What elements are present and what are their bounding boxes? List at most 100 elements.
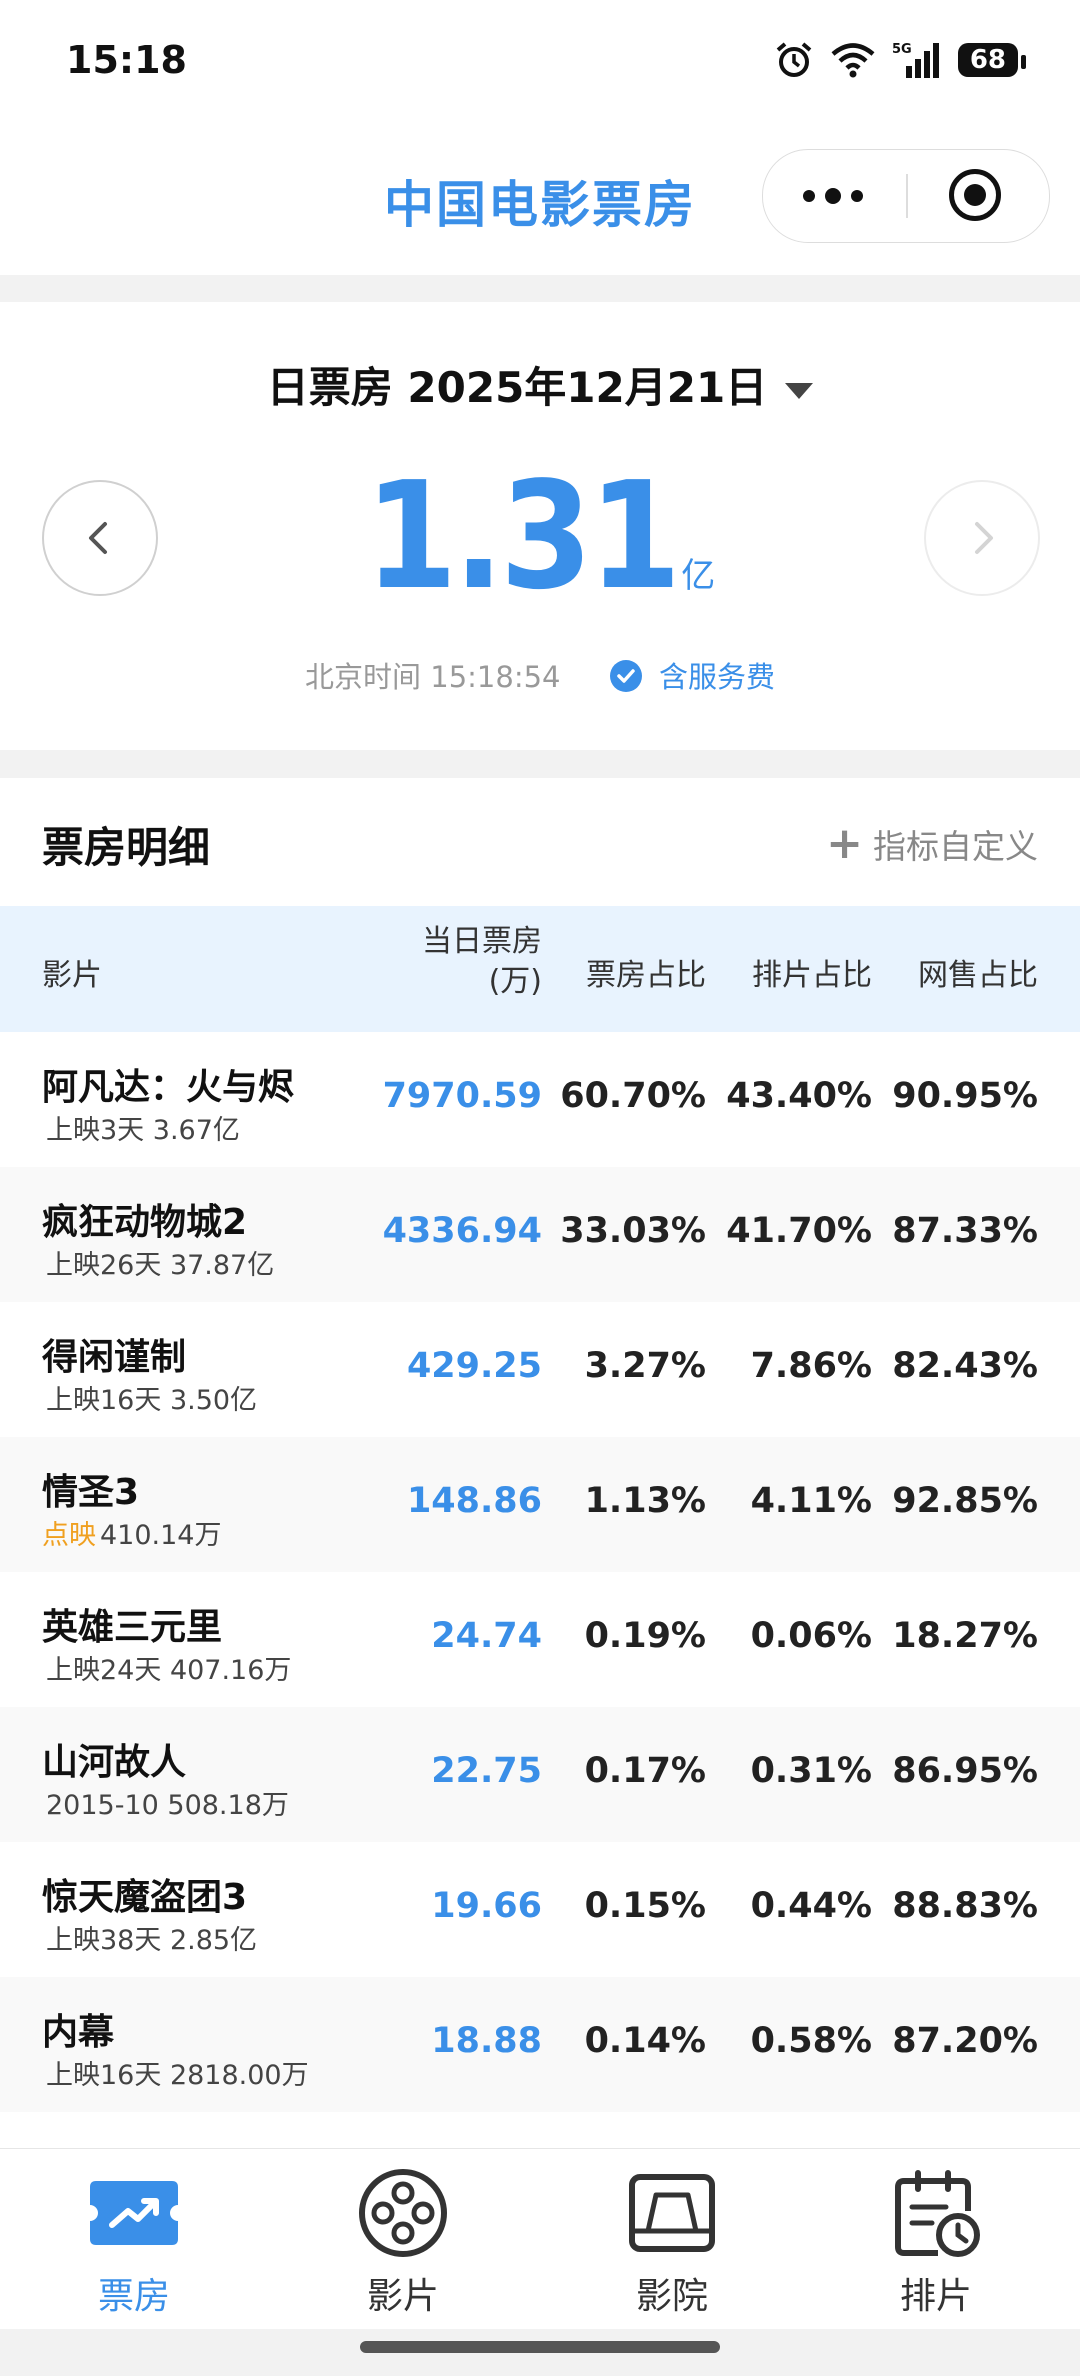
daily-box: 24.74 (431, 1616, 542, 1656)
film-tag: 点映 (42, 1520, 96, 1551)
daily-box: 22.75 (431, 1751, 542, 1791)
table-row[interactable]: 内幕 上映16天 2818.00万 18.88 0.14% 0.58% 87.2… (0, 1977, 1080, 2112)
caret-down-icon (785, 382, 814, 399)
customize-metrics-button[interactable]: + 指标自定义 (826, 820, 1038, 868)
tab-cinemas[interactable]: 影院 (572, 2167, 772, 2319)
film-sub-text: 上映16天 3.50亿 (46, 1385, 258, 1416)
film-sub: 点映 410.14万 (42, 1513, 221, 1552)
table-body: 阿凡达：火与烬 上映3天 3.67亿 7970.59 60.70% 43.40%… (0, 1032, 1080, 2112)
tab-label: 票房 (97, 2276, 170, 2317)
online-share: 88.83% (892, 1886, 1038, 1926)
table-row[interactable]: 英雄三元里 上映24天 407.16万 24.74 0.19% 0.06% 18… (0, 1572, 1080, 1707)
table-row[interactable]: 阿凡达：火与烬 上映3天 3.67亿 7970.59 60.70% 43.40%… (0, 1032, 1080, 1167)
film-sub: 2015-10 508.18万 (42, 1783, 289, 1822)
close-target-icon[interactable] (949, 169, 1001, 221)
battery-indicator: 68 (957, 43, 1027, 77)
box-share: 1.13% (584, 1481, 706, 1521)
box-share: 0.14% (584, 2021, 706, 2061)
daily-box: 7970.59 (382, 1076, 542, 1116)
film-sub: 上映3天 3.67亿 (42, 1108, 240, 1147)
film-sub-text: 上映24天 407.16万 (46, 1655, 292, 1686)
beijing-time: 北京时间 15:18:54 (305, 660, 561, 694)
tab-films[interactable]: 影片 (303, 2167, 503, 2319)
miniprogram-capsule (762, 149, 1050, 243)
film-sub-text: 上映16天 2818.00万 (46, 2060, 309, 2091)
tab-label: 影片 (366, 2276, 439, 2317)
cellular-5g-icon: 5G (892, 42, 939, 78)
screen-share: 43.40% (726, 1076, 872, 1116)
box-share: 33.03% (560, 1211, 706, 1251)
screen-share: 0.44% (750, 1886, 872, 1926)
online-share: 87.33% (892, 1211, 1038, 1251)
daily-box: 4336.94 (382, 1211, 542, 1251)
summary-card: 日票房 2025年12月21日 1.31 亿 北京时间 15:18:54 含服务费 (0, 302, 1080, 750)
table-row[interactable]: 得闲谨制 上映16天 3.50亿 429.25 3.27% 7.86% 82.4… (0, 1302, 1080, 1437)
online-share: 82.43% (892, 1346, 1038, 1386)
tab-schedule[interactable]: 排片 (836, 2167, 1036, 2319)
alarm-icon (776, 42, 812, 77)
film-name: 英雄三元里 (42, 1607, 223, 1648)
table-header: 影片 当日票房 (万) 票房占比 排片占比 网售占比 (0, 906, 1080, 1032)
film-sub-text: 2015-10 508.18万 (46, 1790, 289, 1821)
tab-label: 排片 (899, 2276, 972, 2317)
status-icons: 5G 68 (774, 40, 1027, 80)
home-indicator[interactable] (360, 2341, 720, 2353)
film-sub-text: 上映3天 3.67亿 (46, 1115, 240, 1146)
status-bar: 15:18 5G 68 (0, 0, 1080, 125)
cinema-screen-icon (626, 2167, 718, 2259)
date-selector[interactable]: 日票房 2025年12月21日 (0, 354, 1080, 415)
online-share: 18.27% (892, 1616, 1038, 1656)
screen-share: 41.70% (726, 1211, 872, 1251)
table-row[interactable]: 疯狂动物城2 上映26天 37.87亿 4336.94 33.03% 41.70… (0, 1167, 1080, 1302)
film-name: 疯狂动物城2 (42, 1202, 248, 1243)
film-name: 内幕 (42, 2012, 115, 2053)
film-name: 得闲谨制 (42, 1337, 187, 1378)
online-share: 90.95% (892, 1076, 1038, 1116)
table-row[interactable]: 惊天魔盗团3 上映38天 2.85亿 19.66 0.15% 0.44% 88.… (0, 1842, 1080, 1977)
daily-box: 148.86 (406, 1481, 542, 1521)
daily-box: 19.66 (431, 1886, 542, 1926)
box-share: 0.15% (584, 1886, 706, 1926)
column-header-box[interactable]: 当日票房 (万) (422, 922, 542, 1002)
column-header-film[interactable]: 影片 (42, 950, 102, 994)
screen-share: 0.31% (750, 1751, 872, 1791)
table-row[interactable]: 情圣3 点映 410.14万 148.86 1.13% 4.11% 92.85% (0, 1437, 1080, 1572)
screen-share: 7.86% (750, 1346, 872, 1386)
film-name: 阿凡达：火与烬 (42, 1067, 295, 1108)
film-sub-text: 410.14万 (100, 1520, 222, 1551)
wifi-icon (831, 43, 875, 78)
column-header-box-share[interactable]: 票房占比 (586, 950, 706, 994)
film-sub-text: 上映38天 2.85亿 (46, 1925, 258, 1956)
box-share: 0.17% (584, 1751, 706, 1791)
daily-box: 429.25 (406, 1346, 542, 1386)
film-sub: 上映24天 407.16万 (42, 1648, 291, 1687)
schedule-calendar-icon (890, 2167, 982, 2259)
tab-box-office[interactable]: 票房 (34, 2167, 234, 2319)
more-icon[interactable] (793, 170, 873, 222)
column-header-online-share[interactable]: 网售占比 (918, 950, 1038, 994)
box-office-detail: 票房明细 + 指标自定义 影片 当日票房 (万) 票房占比 排片占比 网售占比 … (0, 778, 1080, 2150)
box-share: 0.19% (584, 1616, 706, 1656)
bottom-tab-bar: 票房 影片 影院 排片 (0, 2148, 1080, 2329)
customize-label: 指标自定义 (873, 827, 1038, 866)
film-name: 惊天魔盗团3 (42, 1877, 248, 1918)
meta-row: 北京时间 15:18:54 含服务费 (0, 654, 1080, 696)
column-header-box-line2: (万) (488, 964, 542, 999)
film-sub: 上映26天 37.87亿 (42, 1243, 274, 1282)
daily-box: 18.88 (431, 2021, 542, 2061)
online-share: 86.95% (892, 1751, 1038, 1791)
plus-icon: + (826, 818, 863, 869)
film-sub: 上映16天 2818.00万 (42, 2053, 309, 2092)
svg-text:5G: 5G (892, 42, 912, 57)
service-fee-label[interactable]: 含服务费 (659, 660, 775, 694)
table-row[interactable]: 山河故人 2015-10 508.18万 22.75 0.17% 0.31% 8… (0, 1707, 1080, 1842)
film-name: 情圣3 (42, 1472, 140, 1513)
daily-total-value: 1.31 (364, 450, 682, 622)
screen-share: 0.58% (750, 2021, 872, 2061)
screen-share: 4.11% (750, 1481, 872, 1521)
column-header-screen-share[interactable]: 排片占比 (752, 950, 872, 994)
box-share: 60.70% (560, 1076, 706, 1116)
daily-total: 1.31 亿 (0, 462, 1080, 610)
box-office-trend-icon (88, 2167, 180, 2259)
box-share: 3.27% (584, 1346, 706, 1386)
